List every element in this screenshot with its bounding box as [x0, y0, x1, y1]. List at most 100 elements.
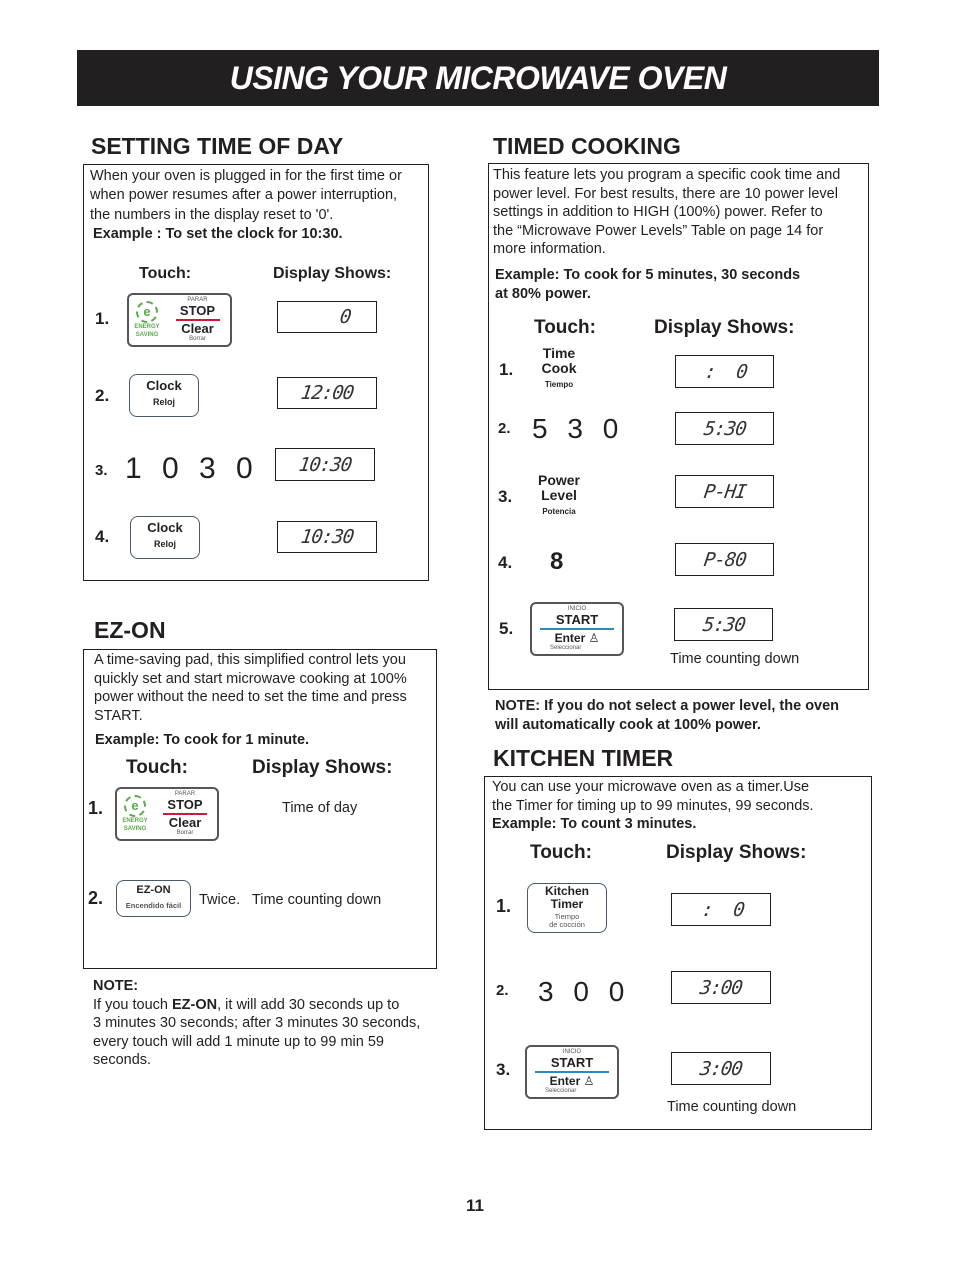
ez-on-key[interactable]: EZ-ON Encendido fácil: [116, 880, 191, 917]
note-line: NOTE: If you do not select a power level…: [495, 698, 840, 714]
intro-line: the “Microwave Power Levels” Table on pa…: [493, 222, 824, 239]
step-number: 4.: [95, 527, 110, 546]
note-text: seconds.: [93, 1052, 152, 1068]
setting-time-intro: When your oven is plugged in for the fir…: [90, 167, 402, 243]
step-result: Time of day: [282, 800, 358, 816]
timed-cooking-title: TIMED COOKING: [493, 133, 681, 159]
step-number: 3.: [95, 462, 108, 479]
key-label: Clock: [147, 520, 183, 535]
touch-header: Touch:: [126, 757, 188, 778]
step-number: 2.: [88, 888, 104, 908]
key-label: EZ-ON: [136, 884, 171, 896]
display-value: 3:00: [698, 976, 744, 999]
keypad-digits: 3 0 0: [538, 976, 631, 1007]
step-number: 2.: [498, 420, 511, 437]
key-label: Level: [541, 487, 577, 503]
kitchen-timer-title: KITCHEN TIMER: [493, 745, 674, 771]
touch-header: Touch:: [530, 842, 592, 863]
key-label: Clear: [181, 321, 214, 336]
key-sublabel: Reloj: [152, 397, 175, 407]
display-readout: 10:30: [277, 521, 377, 553]
key-label: START: [555, 612, 599, 627]
step-number: 3.: [498, 487, 513, 506]
key-sublabel: Seleccionar: [550, 645, 582, 651]
intro-line: the Timer for timing up to 99 minutes, 9…: [492, 797, 814, 814]
key-sublabel: Borrar: [189, 336, 206, 342]
display-value: 0: [338, 306, 352, 328]
intro-line: A time-saving pad, this simplified contr…: [94, 652, 406, 668]
step-number: 1.: [499, 360, 514, 379]
step-number: 2.: [496, 982, 509, 999]
key-sublabel: Borrar: [176, 830, 194, 836]
step-number: 4.: [498, 553, 513, 572]
stop-clear-key[interactable]: e ENERGY SAVING PARAR STOP Clear Borrar: [127, 293, 232, 347]
example-text: Example: To cook for 5 minutes, 30 secon…: [495, 266, 800, 303]
kitchen-timer-key[interactable]: Kitchen Timer Tiempo de cocción: [527, 883, 607, 933]
display-readout: 10:30: [275, 448, 375, 481]
key-label: STOP: [167, 797, 203, 812]
key-label: Enter: [554, 631, 586, 645]
display-value: : 0: [700, 898, 746, 921]
display-readout: P-HI: [675, 475, 774, 508]
page-banner: USING YOUR MICROWAVE OVEN: [77, 50, 879, 106]
display-readout: : 0: [675, 355, 774, 388]
time-cook-key[interactable]: Time Cook Tiempo: [538, 345, 580, 390]
keypad-digits: 8: [550, 548, 564, 575]
key-label: START: [550, 1055, 594, 1070]
note-text: 3 minutes 30 seconds; after 3 minutes 30…: [93, 1015, 421, 1031]
intro-line: the numbers in the display reset to '0'.: [90, 207, 334, 223]
clock-key[interactable]: Clock Reloj: [130, 516, 200, 559]
intro-line: settings in addition to HIGH (100%) powe…: [493, 204, 823, 220]
intro-line: when power resumes after a power interru…: [90, 186, 398, 203]
stop-clear-key[interactable]: e ENERGY SAVING PARAR STOP Clear Borrar: [115, 787, 219, 841]
eco-text: ENERGY: [122, 818, 148, 824]
note-line: will automatically cook at 100% power.: [495, 716, 761, 733]
banner-title: USING YOUR MICROWAVE OVEN: [229, 59, 727, 96]
eco-letter: e: [136, 301, 158, 323]
counting-label: Time counting down: [670, 651, 800, 667]
key-sublabel: Encendido fácil: [125, 901, 182, 910]
display-readout: 3:00: [671, 1052, 771, 1085]
key-sublabel: Tiempo: [544, 380, 574, 389]
intro-line: power level. For best results, there are…: [493, 185, 838, 202]
key-label: Time: [542, 345, 576, 361]
display-value: P-80: [702, 548, 747, 571]
display-value: 10:30: [299, 526, 355, 548]
display-readout: 5:30: [675, 412, 774, 445]
note-title: NOTE:: [93, 978, 139, 994]
key-label: Timer: [550, 897, 584, 911]
key-label: Cook: [541, 360, 577, 376]
counting-label: Time counting down: [667, 1099, 797, 1115]
timed-cooking-intro: This feature lets you program a specific…: [493, 166, 840, 259]
step-number: 3.: [496, 1060, 511, 1079]
display-readout: 3:00: [671, 971, 771, 1004]
key-sublabel: Reloj: [153, 539, 176, 549]
example-text: Example: To count 3 minutes.: [492, 816, 697, 832]
intro-line: This feature lets you program a specific…: [493, 167, 841, 183]
display-header: Display Shows:: [666, 842, 807, 863]
page-number: 11: [466, 1196, 484, 1215]
eco-text: ENERGY: [134, 324, 160, 330]
eco-text: SAVING: [135, 332, 159, 338]
step-number: 1.: [496, 896, 512, 916]
display-value: 12:00: [299, 382, 355, 404]
display-value: 10:30: [297, 453, 353, 476]
key-label: STOP: [179, 303, 216, 318]
intro-line: more information.: [493, 241, 606, 257]
intro-line: You can use your microwave oven as a tim…: [492, 779, 810, 795]
clock-key[interactable]: Clock Reloj: [129, 374, 199, 417]
key-sublabel: Potencia: [542, 507, 576, 516]
note-text: EZ-ON: [172, 996, 218, 1013]
key-label: Power: [537, 472, 580, 488]
lock-icon: ♙: [588, 631, 600, 645]
example-text: Example: To cook for 1 minute.: [95, 732, 310, 748]
display-value: 5:30: [701, 613, 746, 636]
power-level-key[interactable]: Power Level Potencia: [534, 472, 584, 517]
keypad-digits: 1 0 3 0: [125, 452, 259, 485]
start-enter-key[interactable]: INICIO START Enter ♙ Seleccionar: [525, 1045, 619, 1099]
intro-line: START.: [94, 707, 143, 724]
note-text: If you touch: [93, 996, 172, 1013]
eco-letter: e: [124, 795, 146, 817]
start-enter-key[interactable]: INICIO START Enter ♙ Seleccionar: [530, 602, 624, 656]
setting-time-title: SETTING TIME OF DAY: [91, 133, 344, 159]
